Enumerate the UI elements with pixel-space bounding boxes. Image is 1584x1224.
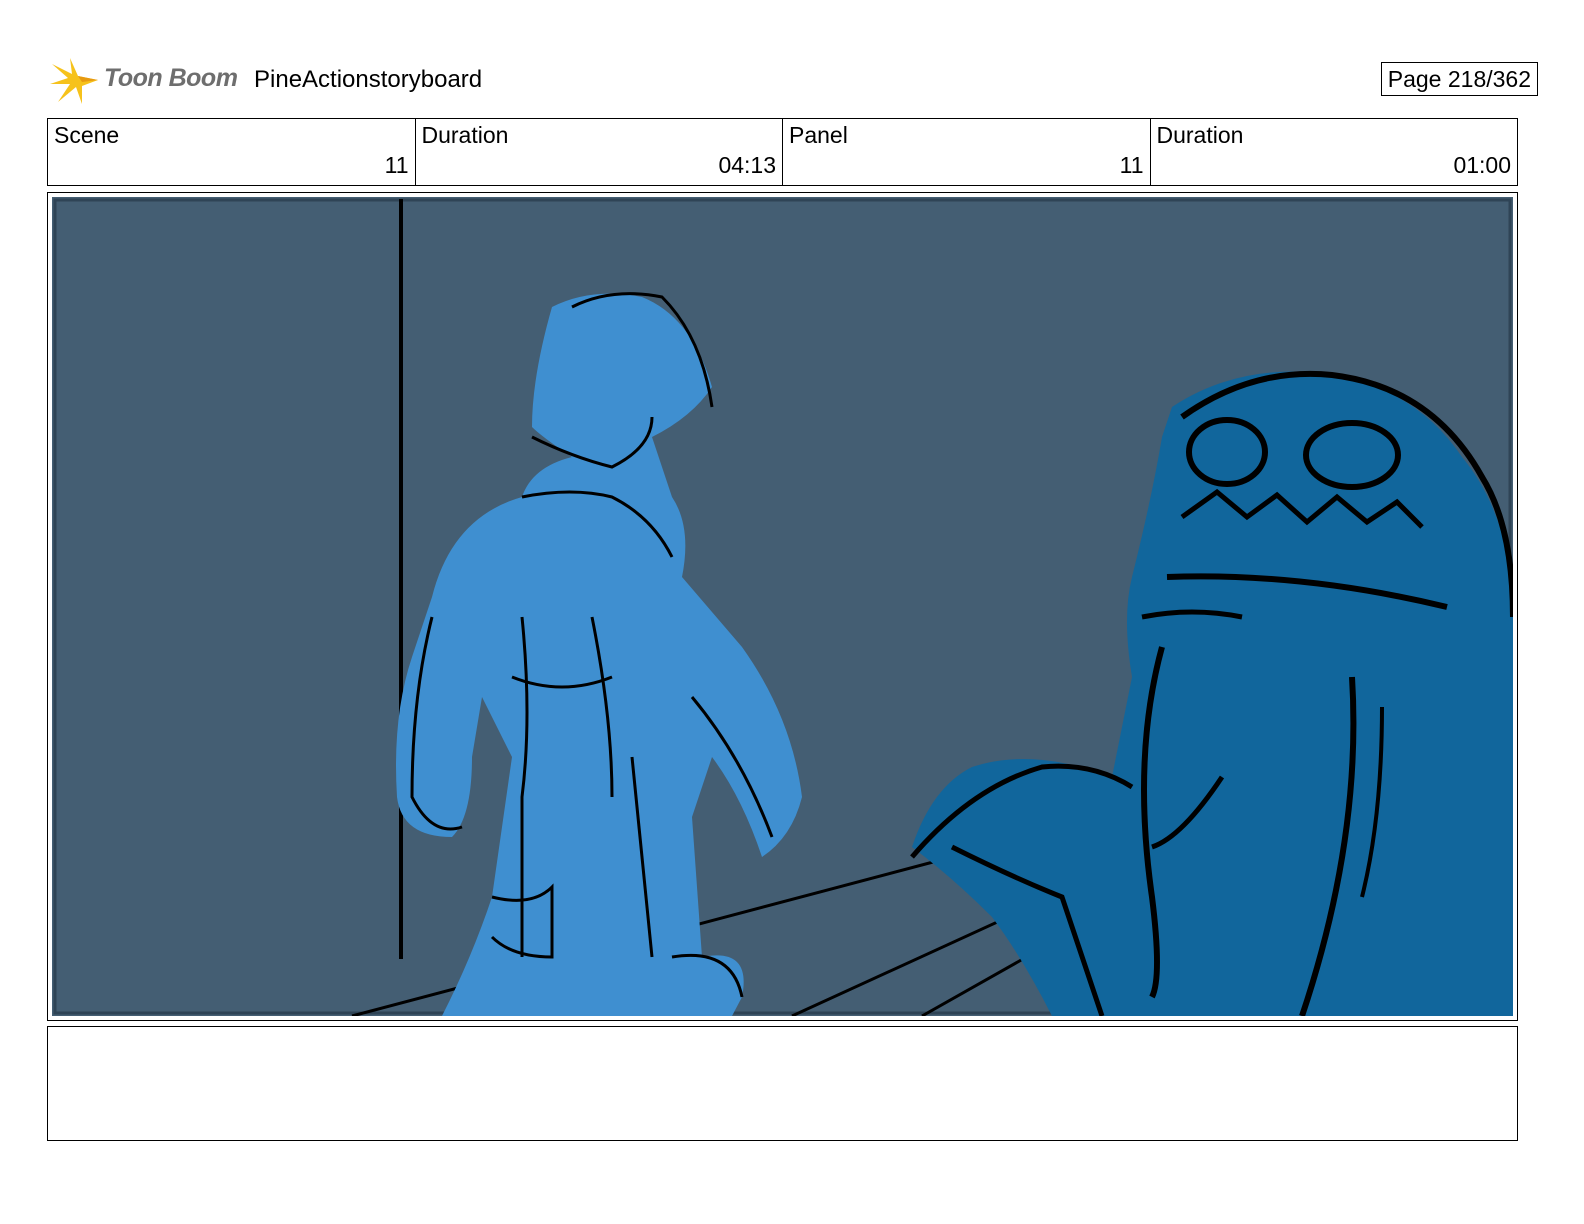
panel-value: 11 [1119,152,1144,178]
logo-text: Toon Boom [104,64,238,92]
storyboard-panel [47,192,1518,1021]
scene-duration-value: 04:13 [718,152,776,178]
scene-label: Scene [54,122,120,148]
scene-info-table: Scene 11 Duration 04:13 Panel 11 Duratio… [47,118,1518,186]
page-indicator: Page 218/362 [1380,62,1538,96]
panel-cell: Panel 11 [783,119,1151,185]
toon-boom-star-icon [50,58,98,104]
scene-duration-label: Duration [421,122,509,148]
monster-figure [910,370,1513,1016]
panel-drawing [52,197,1513,1016]
panel-sketch [53,198,1513,1016]
project-title: PineActionstoryboard [254,66,483,93]
panel-notes-box [47,1026,1518,1141]
scene-duration-cell: Duration 04:13 [416,119,783,185]
panel-duration-cell: Duration 01:00 [1151,119,1518,185]
panel-duration-label: Duration [1156,122,1244,148]
panel-duration-value: 01:00 [1453,152,1511,178]
scene-value: 11 [384,152,409,178]
panel-label: Panel [789,122,848,148]
hero-figure [396,292,802,1016]
scene-cell: Scene 11 [48,119,416,185]
page-header: Toon Boom PineActionstoryboard Page 218/… [48,52,1538,108]
toon-boom-logo: Toon Boom [48,52,248,108]
